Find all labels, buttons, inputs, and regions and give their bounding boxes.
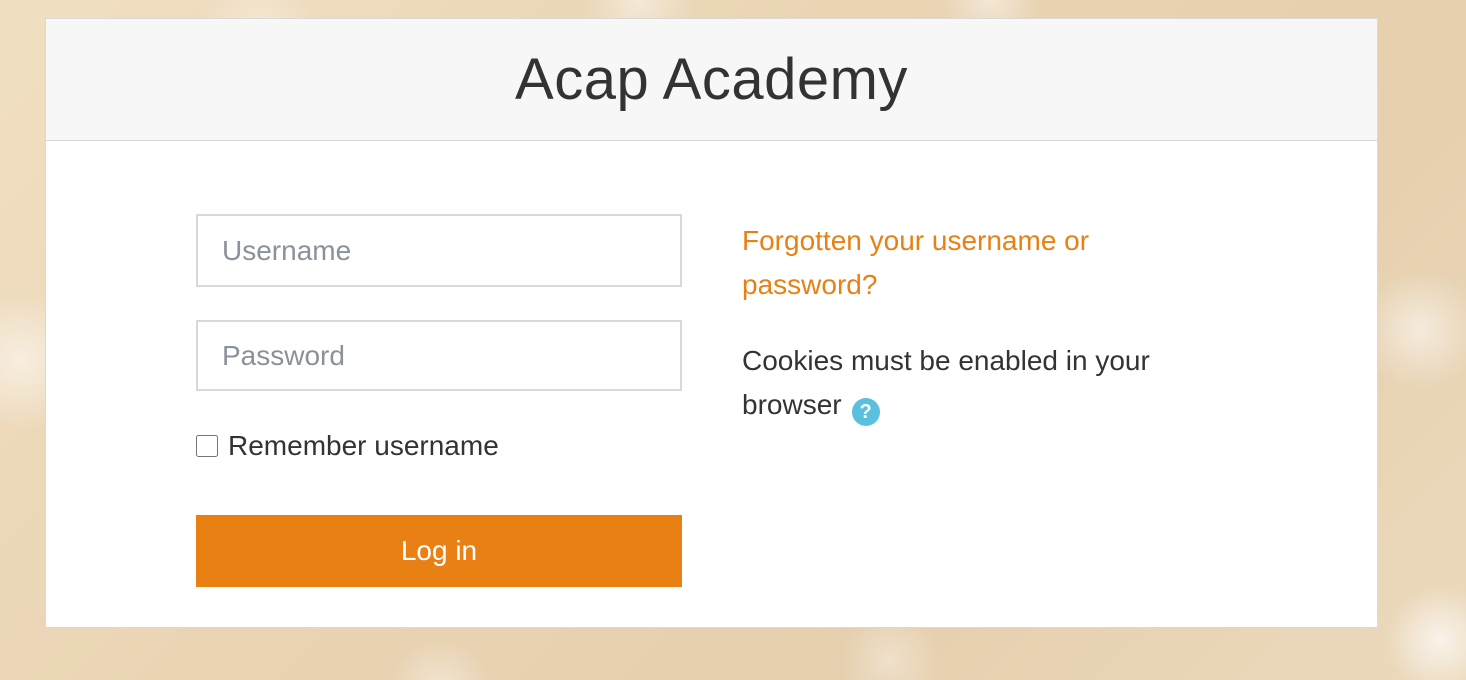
password-input[interactable] — [196, 320, 682, 391]
login-button[interactable]: Log in — [196, 515, 682, 587]
login-card: Acap Academy Remember username Log in Fo… — [45, 18, 1378, 628]
remember-username-row: Remember username — [196, 430, 682, 462]
login-info: Forgotten your username or password? Coo… — [742, 219, 1212, 427]
login-form: Remember username Log in — [196, 214, 682, 587]
remember-username-label[interactable]: Remember username — [228, 430, 499, 462]
site-title: Acap Academy — [515, 47, 908, 112]
card-header: Acap Academy — [46, 19, 1377, 141]
card-body: Remember username Log in Forgotten your … — [46, 141, 1377, 629]
remember-username-checkbox[interactable] — [196, 435, 218, 457]
help-icon[interactable]: ? — [851, 398, 880, 426]
cookies-notice: Cookies must be enabled in your browser? — [742, 339, 1212, 427]
forgot-password-link[interactable]: Forgotten your username or password? — [742, 219, 1212, 307]
username-input[interactable] — [196, 214, 682, 287]
cookies-notice-text: Cookies must be enabled in your browser — [742, 345, 1150, 420]
